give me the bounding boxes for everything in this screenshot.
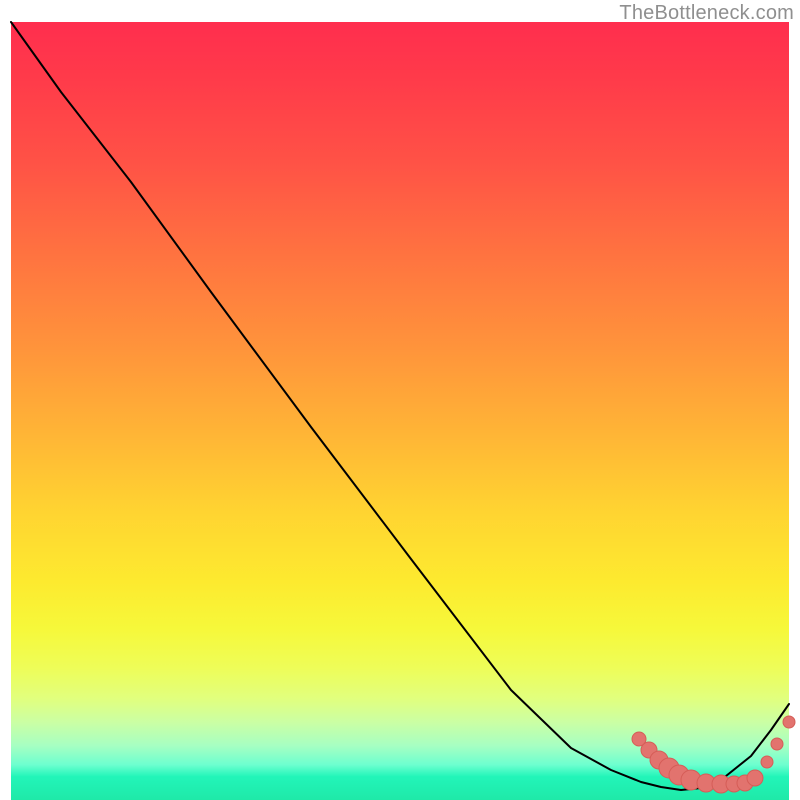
plot-area xyxy=(11,22,789,800)
curve-marker xyxy=(761,756,773,768)
chart-stage: TheBottleneck.com xyxy=(0,0,800,800)
bottleneck-curve xyxy=(11,22,789,790)
plot-svg xyxy=(11,22,789,800)
curve-marker xyxy=(783,716,795,728)
curve-markers xyxy=(632,716,795,793)
curve-marker xyxy=(771,738,783,750)
curve-marker xyxy=(747,770,763,786)
